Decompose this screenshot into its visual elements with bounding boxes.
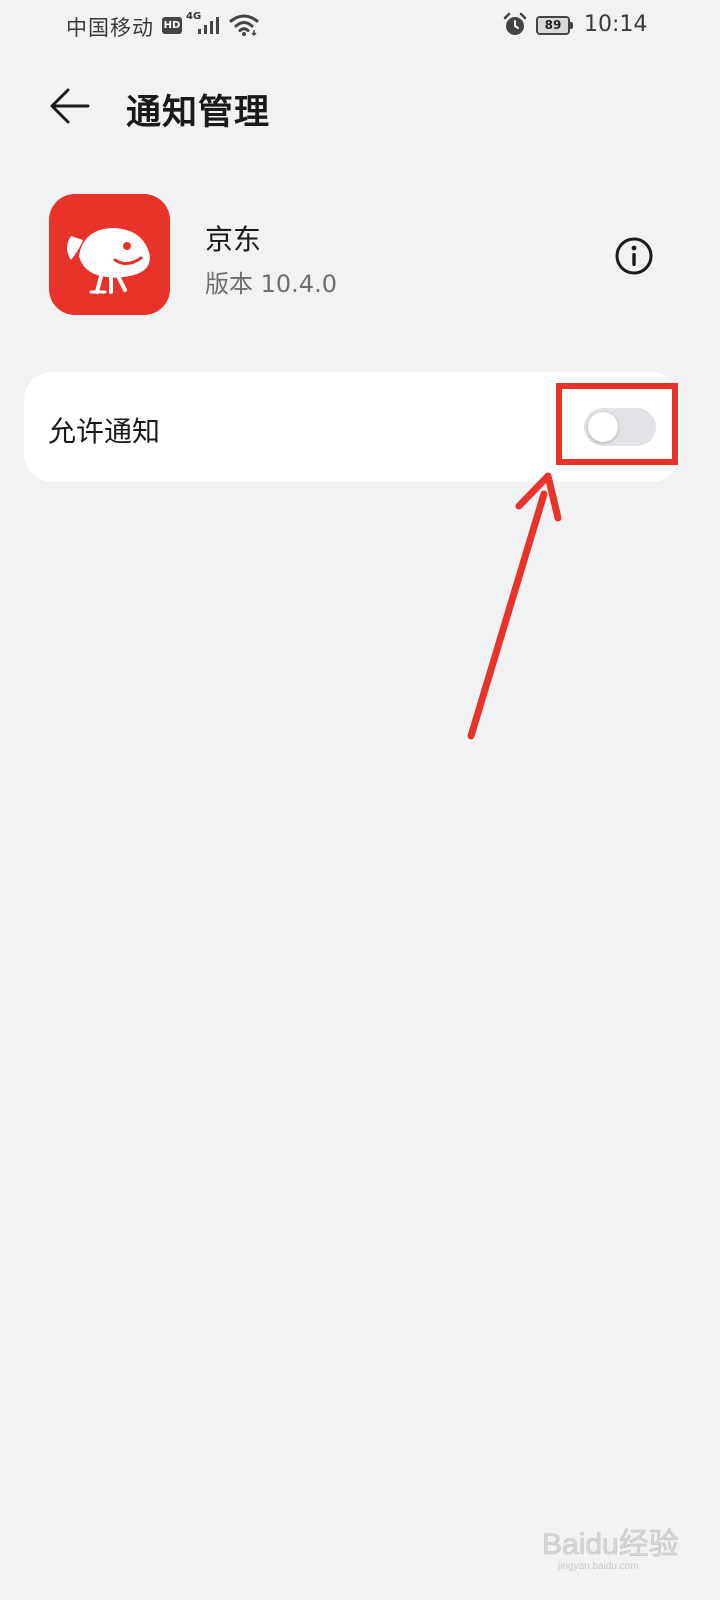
page-title: 通知管理 <box>126 93 271 133</box>
annotation-highlight-box <box>556 383 678 465</box>
app-name: 京东 <box>205 223 262 256</box>
carrier-name: 中国移动 <box>66 16 154 40</box>
battery-level: 89 <box>538 18 568 33</box>
watermark-subtext: jingyan.baidu.com <box>557 1561 639 1572</box>
status-bar: 中国移动 HD 4G 89 10:14 <box>0 0 720 56</box>
alarm-icon <box>503 12 527 35</box>
clock: 10:14 <box>584 12 648 37</box>
allow-notifications-label: 允许通知 <box>48 415 161 448</box>
jd-logo-icon <box>67 228 150 294</box>
signal-icon <box>198 17 219 34</box>
wifi-icon <box>229 14 259 37</box>
jd-app-icon <box>49 194 170 315</box>
app-version: 版本 10.4.0 <box>205 270 337 298</box>
info-circle-icon[interactable] <box>612 234 656 278</box>
baidu-jingyan-watermark: Baidu经验 jingyan.baidu.com <box>542 1528 679 1572</box>
watermark-text: Baidu经验 <box>542 1528 679 1561</box>
annotation-arrow-icon <box>467 472 562 740</box>
notification-management-screen: 中国移动 HD 4G 89 10:14 通知管理 京东 版本 10.4.0 允许… <box>0 0 720 1600</box>
hd-badge: HD <box>162 17 182 34</box>
battery-icon: 89 <box>536 16 573 35</box>
back-arrow-icon[interactable] <box>44 82 94 132</box>
